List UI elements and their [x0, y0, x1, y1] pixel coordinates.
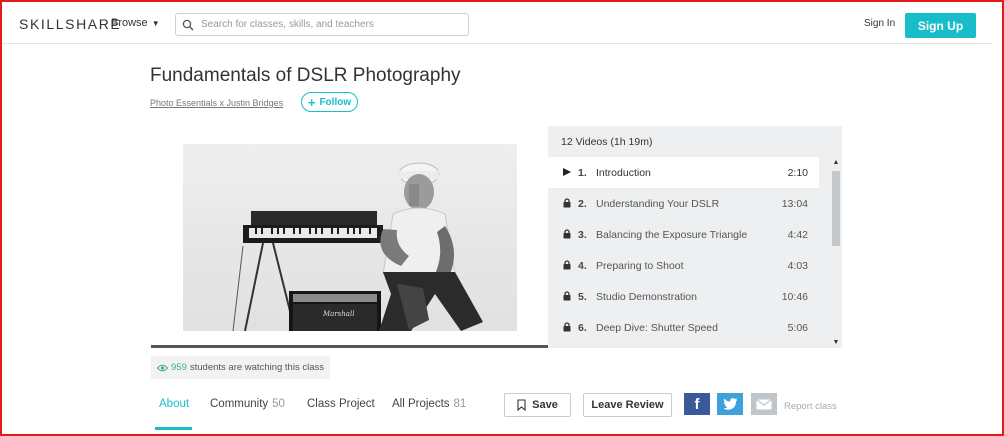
follow-label: Follow: [319, 96, 352, 108]
leave-review-button[interactable]: Leave Review: [583, 393, 672, 417]
follow-button[interactable]: + Follow: [301, 92, 358, 112]
save-button[interactable]: Save: [504, 393, 571, 417]
search-input[interactable]: [201, 19, 461, 30]
tab-class-project[interactable]: Class Project: [307, 398, 375, 410]
item-title: Studio Demonstration: [596, 290, 697, 303]
browse-menu[interactable]: Browse ▼: [111, 17, 160, 29]
photographer-image: Marshall: [183, 144, 517, 331]
envelope-icon: [756, 398, 772, 409]
lock-icon: [563, 198, 571, 208]
playlist-item-exposure-triangle[interactable]: 3. Balancing the Exposure Triangle 4:42: [548, 219, 819, 250]
playlist-item-shutter-speed[interactable]: 6. Deep Dive: Shutter Speed 5:06: [548, 312, 819, 343]
item-number: 5.: [578, 290, 587, 303]
item-number: 1.: [578, 166, 587, 179]
skillshare-logo[interactable]: SKILLSHARE: [19, 16, 121, 32]
playlist-header: 12 Videos (1h 19m): [561, 136, 653, 148]
author-link[interactable]: Photo Essentials x Justin Bridges: [150, 98, 283, 108]
search-bar[interactable]: [175, 13, 469, 36]
item-title: Balancing the Exposure Triangle: [596, 228, 748, 241]
play-icon: [563, 168, 571, 176]
item-number: 6.: [578, 321, 587, 334]
tab-all-projects[interactable]: All Projects 81: [392, 398, 466, 410]
tab-community-label: Community: [210, 398, 269, 410]
item-duration: 2:10: [787, 166, 808, 179]
video-thumbnail[interactable]: Marshall: [183, 144, 517, 331]
facebook-share-icon[interactable]: f: [684, 393, 710, 415]
plus-icon: +: [307, 94, 316, 110]
lock-icon: [563, 229, 571, 239]
tab-community[interactable]: Community 50: [210, 398, 285, 410]
lock-icon: [563, 260, 571, 270]
twitter-share-icon[interactable]: [717, 393, 743, 415]
svg-text:Marshall: Marshall: [322, 310, 354, 318]
sign-up-button[interactable]: Sign Up: [905, 13, 976, 38]
lock-icon: [563, 322, 571, 332]
playlist-item-understanding-dslr[interactable]: 2. Understanding Your DSLR 13:04: [548, 188, 819, 219]
item-title: Introduction: [596, 166, 651, 179]
playlist-items: 1. Introduction 2:10 2. Understanding Yo…: [548, 157, 819, 343]
video-player[interactable]: Marshall: [151, 127, 548, 345]
tab-all-projects-count: 81: [453, 398, 467, 410]
item-number: 2.: [578, 197, 587, 210]
video-playlist: 12 Videos (1h 19m) 1. Introduction 2:10 …: [548, 126, 842, 348]
item-duration: 4:03: [787, 259, 808, 272]
chevron-down-icon: ▼: [151, 18, 160, 28]
tab-about[interactable]: About: [159, 398, 189, 410]
watching-badge: 959 students are watching this class: [151, 356, 330, 379]
playlist-item-studio-demonstration[interactable]: 5. Studio Demonstration 10:46: [548, 281, 819, 312]
scroll-up-arrow-icon[interactable]: ▲: [830, 159, 842, 166]
scroll-thumb[interactable]: [832, 171, 840, 246]
watching-count: 959: [171, 362, 187, 373]
playlist-item-introduction[interactable]: 1. Introduction 2:10: [548, 157, 819, 188]
item-title: Deep Dive: Shutter Speed: [596, 321, 718, 334]
top-nav: SKILLSHARE Browse ▼ Sign In Sign Up: [2, 2, 992, 44]
item-title: Preparing to Shoot: [596, 259, 684, 272]
report-class-link[interactable]: Report class: [784, 401, 837, 412]
sign-in-link[interactable]: Sign In: [864, 18, 895, 29]
save-label: Save: [532, 399, 558, 411]
tab-community-count: 50: [272, 398, 285, 410]
item-duration: 4:42: [787, 228, 808, 241]
tab-all-projects-label: All Projects: [392, 398, 450, 410]
item-number: 4.: [578, 259, 587, 272]
item-title: Understanding Your DSLR: [596, 197, 720, 210]
course-title: Fundamentals of DSLR Photography: [150, 65, 461, 86]
item-duration: 10:46: [781, 290, 808, 303]
twitter-bird-icon: [722, 398, 737, 410]
browse-label: Browse: [111, 17, 148, 29]
active-tab-indicator: [155, 427, 192, 430]
search-icon: [182, 19, 194, 30]
bookmark-icon: [517, 399, 526, 411]
item-duration: 13:04: [781, 197, 808, 210]
lock-icon: [563, 291, 571, 301]
playlist-item-preparing-to-shoot[interactable]: 4. Preparing to Shoot 4:03: [548, 250, 819, 281]
email-share-icon[interactable]: [751, 393, 777, 415]
item-number: 3.: [578, 228, 587, 241]
watching-text: students are watching this class: [189, 362, 324, 373]
scroll-down-arrow-icon[interactable]: ▼: [830, 339, 842, 346]
item-duration: 5:06: [787, 321, 808, 334]
playlist-scrollbar[interactable]: ▲ ▼: [830, 157, 842, 347]
eye-icon: [157, 364, 168, 371]
video-progress-track[interactable]: [151, 345, 548, 348]
